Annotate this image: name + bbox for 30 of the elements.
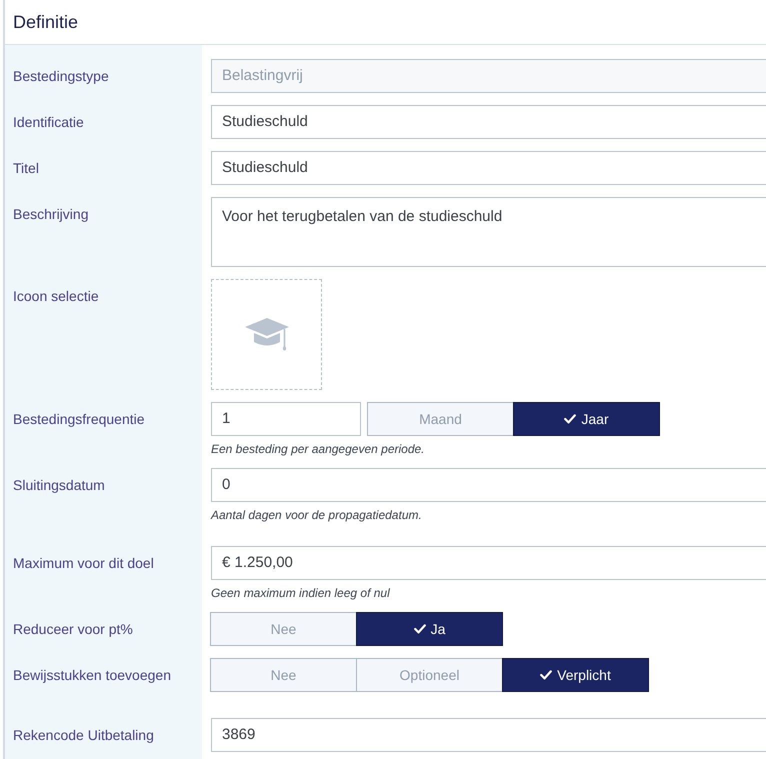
field-label: Identificatie — [13, 114, 84, 130]
field-label: Bestedingsfrequentie — [13, 411, 145, 427]
field-label: Rekencode Uitbetaling — [13, 727, 154, 743]
help-text: Geen maximum indien leeg of nul — [211, 586, 390, 600]
graduation-cap-icon — [244, 318, 288, 352]
help-text: Aantal dagen voor de propagatiedatum. — [211, 508, 422, 522]
text-area[interactable]: Voor het terugbetalen van de studieschuld — [211, 197, 766, 267]
field-label: Beschrijving — [13, 206, 88, 222]
option-button[interactable]: Jaar — [513, 402, 660, 436]
check-icon — [540, 670, 552, 680]
option-button[interactable]: Ja — [356, 612, 503, 646]
help-text: Een besteding per aangegeven periode. — [211, 442, 425, 456]
text-field[interactable]: € 1.250,00 — [211, 546, 766, 580]
field-label: Bewijsstukken toevoegen — [13, 667, 171, 683]
text-field[interactable]: 0 — [211, 468, 766, 502]
number-field[interactable]: 1 — [211, 402, 361, 436]
field-label: Icoon selectie — [13, 288, 99, 304]
text-field[interactable]: 3869 — [211, 718, 766, 752]
field-label: Sluitingsdatum — [13, 477, 105, 493]
check-icon — [564, 414, 576, 424]
icon-picker[interactable] — [211, 279, 322, 390]
field-label: Bestedingstype — [13, 68, 109, 84]
check-icon — [414, 624, 426, 634]
panel-title: Definitie — [13, 11, 78, 33]
field-label: Reduceer voor pt% — [13, 621, 133, 637]
field-label: Titel — [13, 160, 39, 176]
option-button[interactable]: Verplicht — [502, 658, 649, 692]
text-field[interactable]: Studieschuld — [211, 105, 766, 139]
text-field[interactable]: Studieschuld — [211, 151, 766, 185]
field-label: Maximum voor dit doel — [13, 555, 154, 571]
